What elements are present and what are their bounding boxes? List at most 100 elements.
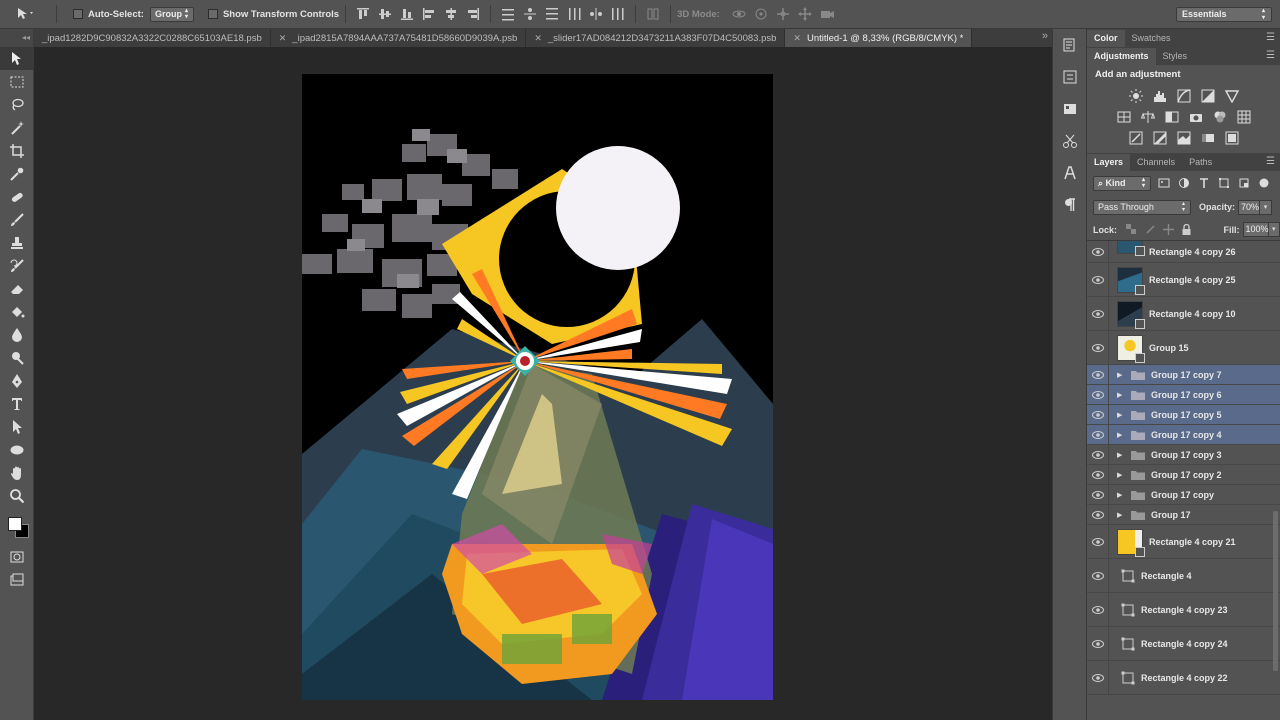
screen-mode-button[interactable] (0, 568, 34, 591)
history-brush-tool[interactable] (0, 254, 34, 277)
panel-menu-icon[interactable]: ☰ (1266, 32, 1275, 43)
eyedropper-tool[interactable] (0, 162, 34, 185)
document-tab-active[interactable]: ✕ Untitled-1 @ 8,33% (RGB/8/CMYK) * (785, 29, 973, 47)
toolbox-collapse[interactable]: ◂◂ (0, 29, 33, 47)
distribute-right-icon[interactable] (607, 3, 629, 25)
hand-tool[interactable] (0, 461, 34, 484)
layer-row[interactable]: ▶ Group 17 copy 3 (1087, 445, 1280, 465)
type-tool[interactable] (0, 392, 34, 415)
layer-row[interactable]: ▶ Group 17 copy 2 (1087, 465, 1280, 485)
expand-arrow-icon[interactable]: ▶ (1117, 451, 1127, 459)
visibility-eye-icon[interactable] (1087, 445, 1109, 464)
visibility-eye-icon[interactable] (1087, 297, 1109, 330)
visibility-eye-icon[interactable] (1087, 627, 1109, 660)
document-tab[interactable]: ✕ _slider17AD084212D3473211A383F07D4C5008… (526, 29, 786, 47)
visibility-eye-icon[interactable] (1087, 559, 1109, 592)
expand-arrow-icon[interactable]: ▶ (1117, 371, 1127, 379)
opacity-slider-toggle[interactable]: ▾ (1260, 199, 1273, 215)
tab-paths[interactable]: Paths (1182, 154, 1219, 171)
visibility-eye-icon[interactable] (1087, 405, 1109, 424)
blend-mode-dropdown[interactable]: Pass Through (1093, 199, 1191, 215)
visibility-eye-icon[interactable] (1087, 465, 1109, 484)
fill-input[interactable]: 100% (1242, 222, 1269, 237)
workspace-switcher[interactable]: Essentials (1176, 7, 1272, 22)
eraser-tool[interactable] (0, 277, 34, 300)
blur-tool[interactable] (0, 323, 34, 346)
panel-menu-icon[interactable]: ☰ (1266, 156, 1275, 167)
auto-align-icon[interactable] (642, 3, 664, 25)
magic-wand-tool[interactable] (0, 116, 34, 139)
dodge-tool[interactable] (0, 346, 34, 369)
tool-presets-button[interactable] (1053, 125, 1087, 157)
properties-panel-button[interactable] (1053, 61, 1087, 93)
panel-menu-icon[interactable]: ☰ (1266, 50, 1275, 61)
close-icon[interactable]: ✕ (534, 33, 542, 44)
brightness-contrast-icon[interactable] (1127, 87, 1145, 105)
layer-row[interactable]: Group 15 (1087, 331, 1280, 365)
move-tool[interactable] (0, 47, 34, 70)
visibility-eye-icon[interactable] (1087, 525, 1109, 558)
smart-object-filter-icon[interactable] (1237, 176, 1251, 190)
tab-adjustments[interactable]: Adjustments (1087, 48, 1156, 65)
invert-icon[interactable] (1127, 129, 1145, 147)
lasso-tool[interactable] (0, 93, 34, 116)
character-panel-button[interactable] (1053, 157, 1087, 189)
align-right-icon[interactable] (462, 3, 484, 25)
align-horizontal-center-icon[interactable] (440, 3, 462, 25)
layer-row[interactable]: Rectangle 4 copy 26 (1087, 241, 1280, 263)
document-canvas[interactable] (302, 74, 773, 700)
visibility-eye-icon[interactable] (1087, 385, 1109, 404)
align-top-icon[interactable] (352, 3, 374, 25)
layer-row-selected[interactable]: ▶ Group 17 copy 7 (1087, 365, 1280, 385)
selective-color-icon[interactable] (1223, 129, 1241, 147)
layer-row[interactable]: Rectangle 4 copy 22 (1087, 661, 1280, 695)
3d-camera-icon[interactable] (816, 3, 838, 25)
lock-pixels-icon[interactable] (1143, 223, 1156, 237)
layer-row[interactable]: ▶ Group 17 (1087, 505, 1280, 525)
distribute-left-icon[interactable] (563, 3, 585, 25)
filter-kind-dropdown[interactable]: ⌕ Kind (1093, 175, 1151, 191)
tab-layers[interactable]: Layers (1087, 154, 1131, 171)
auto-select-checkbox[interactable] (73, 9, 83, 19)
color-lookup-icon[interactable] (1235, 108, 1253, 126)
zoom-tool[interactable] (0, 484, 34, 507)
clone-stamp-tool[interactable] (0, 231, 34, 254)
expand-arrow-icon[interactable]: ▶ (1117, 491, 1127, 499)
posterize-icon[interactable] (1151, 129, 1169, 147)
history-panel-button[interactable] (1053, 29, 1087, 61)
align-vertical-center-icon[interactable] (374, 3, 396, 25)
layer-row-selected[interactable]: ▶ Group 17 copy 4 (1087, 425, 1280, 445)
brush-tool[interactable] (0, 208, 34, 231)
distribute-top-icon[interactable] (497, 3, 519, 25)
tab-channels[interactable]: Channels (1130, 154, 1182, 171)
visibility-eye-icon[interactable] (1087, 485, 1109, 504)
visibility-eye-icon[interactable] (1087, 425, 1109, 444)
exposure-icon[interactable] (1199, 87, 1217, 105)
levels-icon[interactable] (1151, 87, 1169, 105)
shape-filter-icon[interactable] (1217, 176, 1231, 190)
move-tool-preset-picker[interactable] (0, 0, 50, 29)
document-tab[interactable]: _ipad1282D9C90832A3322C0288C65103AE18.ps… (34, 29, 271, 47)
crop-tool[interactable] (0, 139, 34, 162)
layer-row[interactable]: ▶ Group 17 copy (1087, 485, 1280, 505)
3d-pan-icon[interactable] (772, 3, 794, 25)
expand-arrow-icon[interactable]: ▶ (1117, 511, 1127, 519)
layer-row[interactable]: Rectangle 4 copy 23 (1087, 593, 1280, 627)
layer-row[interactable]: Rectangle 4 copy 24 (1087, 627, 1280, 661)
fill-slider-toggle[interactable]: ▾ (1268, 222, 1280, 237)
close-icon[interactable]: ✕ (279, 33, 287, 44)
lock-transparency-icon[interactable] (1125, 223, 1138, 237)
distribute-bottom-icon[interactable] (541, 3, 563, 25)
document-tab[interactable]: ✕ _ipad2815A7894AAA737A75481D58660D9039A.… (270, 29, 527, 47)
foreground-color[interactable] (8, 517, 22, 531)
layer-row[interactable]: Rectangle 4 copy 10 (1087, 297, 1280, 331)
lock-position-icon[interactable] (1162, 223, 1175, 237)
info-panel-button[interactable] (1053, 93, 1087, 125)
visibility-eye-icon[interactable] (1087, 661, 1109, 694)
align-bottom-icon[interactable] (396, 3, 418, 25)
tab-overflow-icon[interactable]: » (1042, 30, 1048, 42)
tab-color[interactable]: Color (1087, 30, 1125, 47)
filter-toggle-icon[interactable] (1257, 176, 1271, 190)
layer-row[interactable]: Rectangle 4 copy 21 (1087, 525, 1280, 559)
layer-row[interactable]: Rectangle 4 (1087, 559, 1280, 593)
